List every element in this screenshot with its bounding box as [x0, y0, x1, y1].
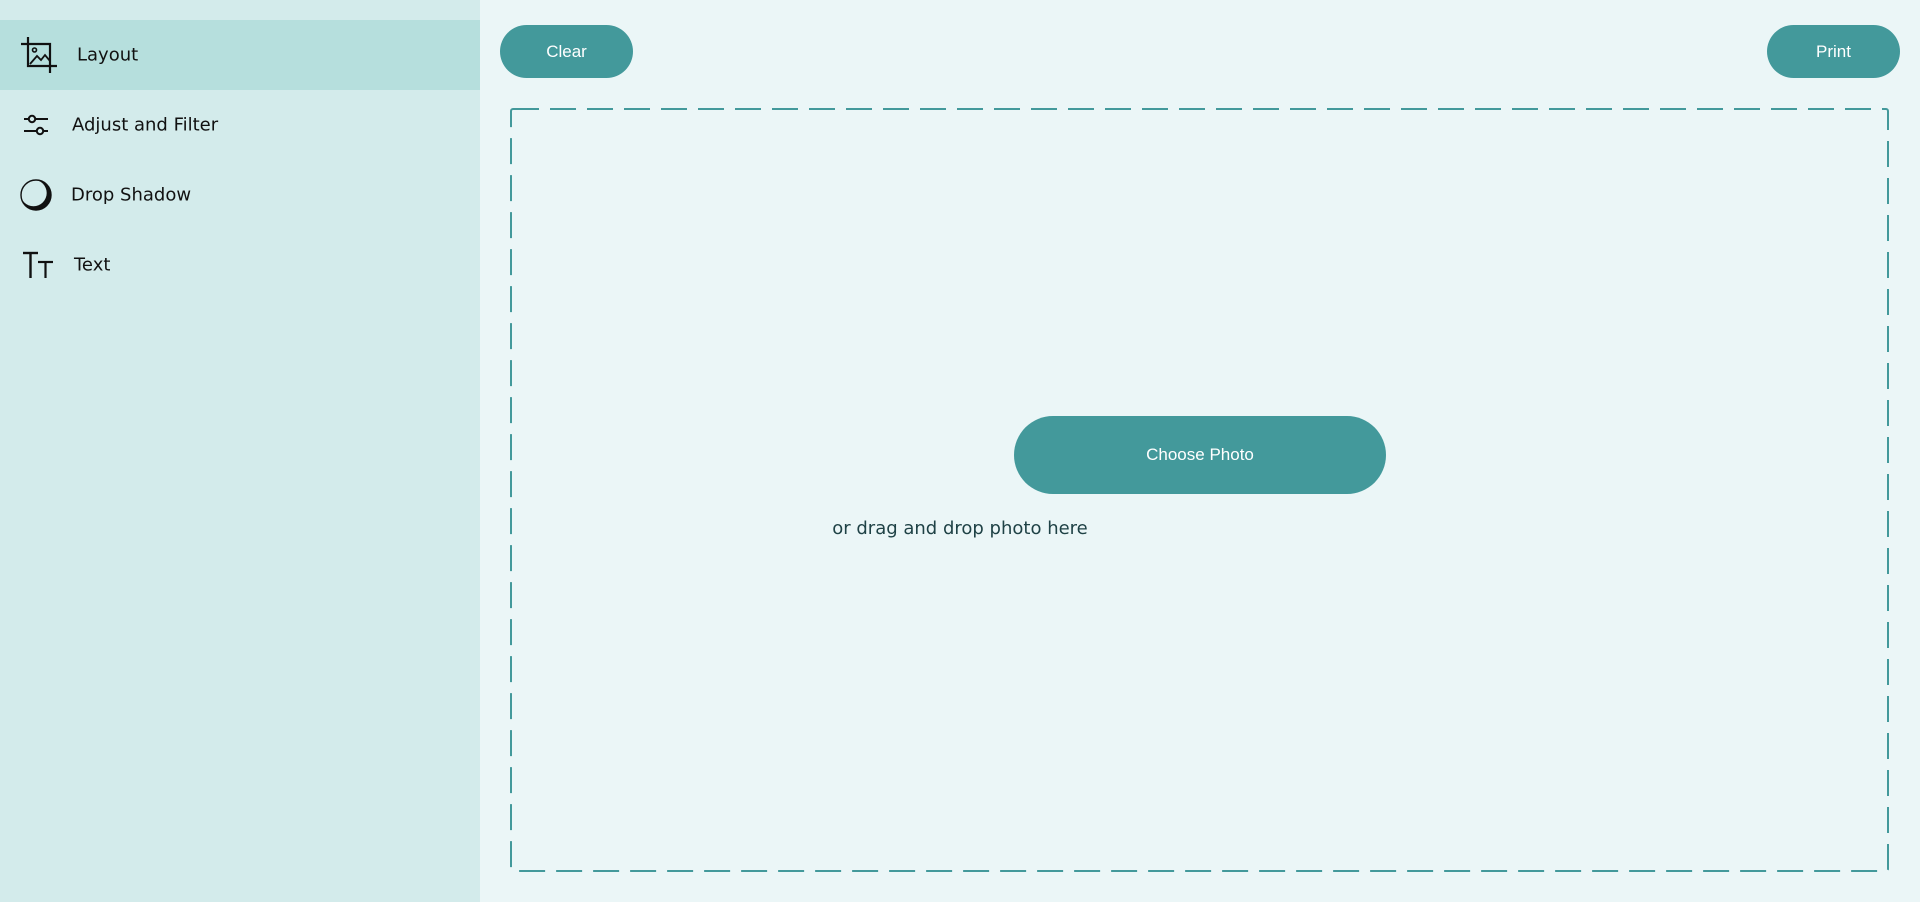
text-size-icon [22, 250, 54, 280]
sidebar-item-label: Adjust and Filter [72, 114, 219, 136]
choose-photo-button[interactable]: Choose Photo [1014, 416, 1386, 494]
sidebar-item-adjust-and-filter[interactable]: Adjust and Filter [0, 90, 480, 160]
sidebar-item-layout[interactable]: Layout [0, 20, 480, 90]
app-window: Layout Adjust and Filter Drop Shadow Tex… [0, 0, 1920, 902]
crop-icon [20, 36, 58, 74]
sliders-icon [23, 112, 49, 138]
sidebar-item-drop-shadow[interactable]: Drop Shadow [0, 160, 480, 230]
drag-drop-hint: or drag and drop photo here [832, 518, 1088, 539]
sidebar-item-label: Layout [77, 44, 139, 66]
sidebar-item-label: Text [74, 254, 111, 276]
sidebar: Layout Adjust and Filter Drop Shadow Tex… [0, 0, 480, 902]
sidebar-item-label: Drop Shadow [71, 184, 192, 206]
clear-button[interactable]: Clear [500, 25, 633, 78]
shadow-icon [19, 178, 53, 212]
sidebar-item-text[interactable]: Text [0, 230, 480, 300]
print-button[interactable]: Print [1767, 25, 1900, 78]
